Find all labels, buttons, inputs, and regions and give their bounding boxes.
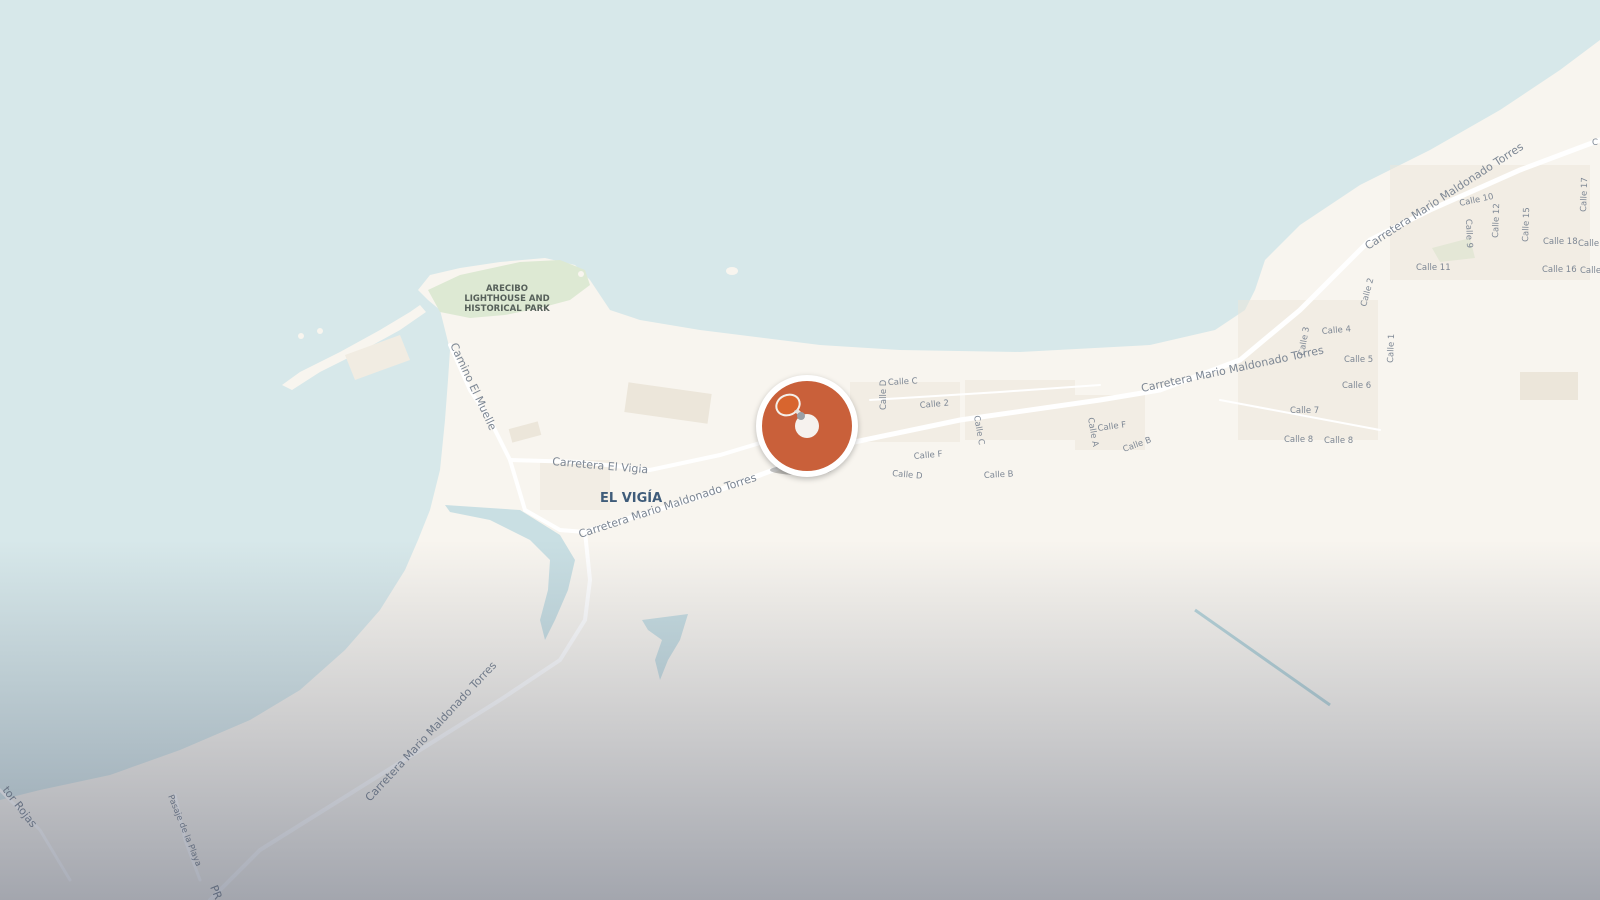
street-label: Calle D xyxy=(879,379,889,410)
poi-label-line-3: HISTORICAL PARK xyxy=(464,304,550,314)
street-label: Calle 6 xyxy=(1342,381,1371,391)
islet xyxy=(726,267,738,275)
poi-label-line-2: LIGHTHOUSE AND xyxy=(464,294,549,304)
buoy-icon xyxy=(775,393,805,420)
street-label: Calle 12 xyxy=(1491,203,1502,238)
location-marker[interactable] xyxy=(756,375,858,477)
street-label: Calle 16 xyxy=(1542,265,1577,275)
street-label: Calle xyxy=(1580,266,1600,276)
street-label: Calle B xyxy=(984,469,1014,481)
islet xyxy=(298,333,304,339)
street-label: Calle 17 xyxy=(1579,177,1590,212)
islet xyxy=(317,328,323,334)
street-label: Calle 1 xyxy=(1386,334,1397,364)
street-label: C xyxy=(1592,138,1598,148)
islet xyxy=(578,271,584,277)
street-label: Calle 5 xyxy=(1344,355,1373,365)
street-label: Calle 8 xyxy=(1284,435,1313,445)
street-label: Calle 8 xyxy=(1324,436,1353,446)
street-label: Calle 9 xyxy=(1463,219,1474,249)
street-label: Calle C xyxy=(888,376,918,388)
street-label: Calle 7 xyxy=(1290,406,1319,416)
street-label: Calle 11 xyxy=(1416,263,1451,273)
street-label: Calle 15 xyxy=(1521,207,1532,242)
street-label: Calle 18 xyxy=(1543,237,1578,247)
street-label: Calle xyxy=(1578,239,1599,249)
place-label-el-vigia: EL VIGÍA xyxy=(600,490,662,506)
poi-label-line-1: ARECIBO xyxy=(486,284,528,294)
